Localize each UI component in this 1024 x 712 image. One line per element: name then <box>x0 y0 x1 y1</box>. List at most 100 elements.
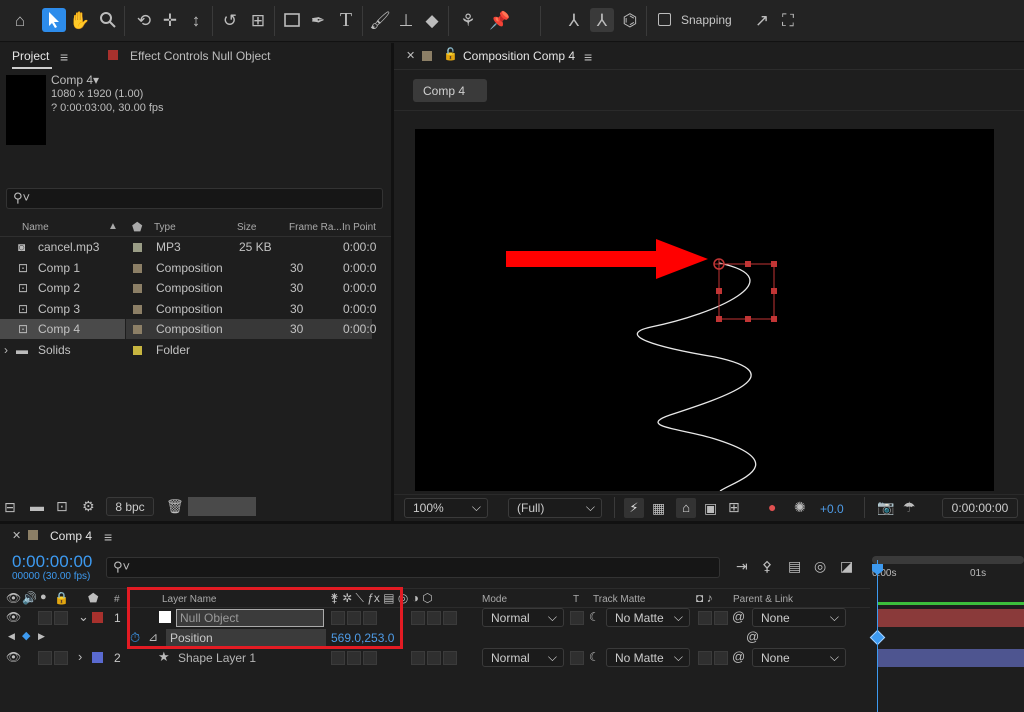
playhead-line[interactable] <box>877 560 878 712</box>
interpret-footage-icon[interactable]: ⊟ <box>4 500 16 514</box>
label-color-swatch[interactable] <box>133 304 142 314</box>
new-folder-icon[interactable]: ▬ <box>30 499 44 513</box>
tab-timeline[interactable]: Comp 4 <box>50 529 92 543</box>
rectangle-tool-icon[interactable] <box>280 8 304 32</box>
show-channel-icon[interactable]: ● <box>768 500 776 514</box>
bpc-button[interactable]: 8 bpc <box>106 497 154 516</box>
null-handle-right[interactable] <box>771 288 777 294</box>
pick-whip-icon[interactable]: @ <box>732 610 745 623</box>
grid-guides-icon[interactable]: ⊞ <box>728 500 740 514</box>
matte-invert-toggle[interactable] <box>714 651 728 665</box>
project-search-input[interactable]: ⚲˅ <box>6 188 383 209</box>
null-handle-left[interactable] <box>716 288 722 294</box>
solo-toggle[interactable] <box>38 611 52 625</box>
tab-composition[interactable]: Composition Comp 4 <box>463 49 575 63</box>
expand-chevron-icon[interactable]: › <box>4 343 8 357</box>
brush-tool-icon[interactable]: 🖌 <box>368 8 392 32</box>
solo-icon[interactable]: ● <box>40 592 47 603</box>
orbit-camera-icon[interactable]: ⟲ <box>132 8 156 32</box>
mask-visibility-icon[interactable]: ⌂ <box>676 498 696 518</box>
project-item-row[interactable]: ⊡ Comp 2 Composition 30 0:00:0 <box>0 278 376 298</box>
parent-dropdown[interactable]: None ⌵ <box>752 648 846 667</box>
breadcrumb-comp[interactable]: Comp 4 <box>413 79 487 102</box>
next-keyframe-icon[interactable]: ▶ <box>38 632 45 641</box>
sort-ascending-icon[interactable]: ▲ <box>108 221 118 232</box>
layer-duration-bar[interactable] <box>878 649 1024 667</box>
layer-label-color[interactable] <box>92 652 103 663</box>
column-frame-rate[interactable]: Frame Ra... <box>289 222 342 233</box>
panel-menu-icon[interactable]: ≡ <box>104 530 112 544</box>
switch-3d[interactable] <box>443 611 457 625</box>
matte-alpha-toggle[interactable] <box>698 611 712 625</box>
new-composition-icon[interactable]: ⊡ <box>56 499 68 513</box>
reset-exposure-icon[interactable]: ✺ <box>794 500 806 514</box>
column-name[interactable]: Name <box>22 222 49 233</box>
project-settings-icon[interactable]: ⚙ <box>82 499 95 513</box>
show-snapshot-icon[interactable]: ☂ <box>903 500 916 514</box>
audio-icon[interactable]: 🔊 <box>22 592 37 604</box>
switch-adjustment[interactable] <box>427 651 441 665</box>
roto-brush-icon[interactable]: ⚘ <box>456 8 480 32</box>
chevron-down-icon[interactable]: ⌄ <box>78 610 89 623</box>
puppet-pin-icon[interactable]: 📌 <box>488 8 512 32</box>
pan-behind-icon[interactable]: ⊞ <box>246 8 270 32</box>
layer-row[interactable]: 👁 › 2 ★ Shape Layer 1 Normal ⌵ ☾ No Matte ⌵ @ None ⌵ <box>0 648 1024 668</box>
label-color-swatch[interactable] <box>133 243 142 252</box>
label-tag-icon[interactable]: ⬟ <box>132 220 142 234</box>
view-axis-icon[interactable]: ⌬ <box>618 8 642 32</box>
column-size[interactable]: Size <box>237 222 256 233</box>
preserve-transparency-toggle[interactable] <box>570 651 584 665</box>
selection-tool-icon[interactable] <box>42 8 66 32</box>
comp-info-name[interactable]: Comp 4▾ <box>51 73 99 87</box>
local-axis-icon[interactable]: ⅄ <box>562 8 586 32</box>
eye-icon[interactable]: 👁 <box>6 592 21 604</box>
switch-shy[interactable] <box>331 651 345 665</box>
camera-snapshot-icon[interactable]: 📷 <box>877 500 894 514</box>
project-item-row[interactable]: ⊡ Comp 3 Composition 30 0:00:0 <box>0 299 376 319</box>
snap-points-icon[interactable]: ⛶ <box>776 8 800 32</box>
switch-motion-blur[interactable] <box>411 611 425 625</box>
close-icon[interactable]: ✕ <box>406 51 415 62</box>
trash-icon[interactable]: 🗑 <box>166 499 184 513</box>
pen-tool-icon[interactable]: ✒ <box>306 8 330 32</box>
hand-tool-icon[interactable]: ✋ <box>68 8 92 32</box>
work-area-bar[interactable] <box>872 556 1024 564</box>
zoom-tool-icon[interactable] <box>96 8 120 32</box>
fast-previews-icon[interactable]: ⚡ <box>624 498 644 518</box>
label-color-swatch[interactable] <box>133 345 142 355</box>
null-handle-bottom-right[interactable] <box>771 316 777 322</box>
column-mode[interactable]: Mode <box>482 594 507 605</box>
track-matte-dropdown[interactable]: No Matte ⌵ <box>606 648 690 667</box>
pick-whip-icon[interactable]: @ <box>746 630 759 643</box>
track-matte-dropdown[interactable]: No Matte ⌵ <box>606 608 690 627</box>
column-in-point[interactable]: In Point <box>342 222 376 233</box>
column-type[interactable]: Type <box>154 222 176 233</box>
lock-icon[interactable]: 🔒 <box>54 592 69 604</box>
eye-icon[interactable]: 👁 <box>6 611 21 623</box>
matte-link-icon[interactable]: ☾ <box>589 651 600 663</box>
project-item-row[interactable]: ⊡ Comp 4 Composition 30 0:00:0 <box>0 319 376 339</box>
switch-quality[interactable] <box>363 651 377 665</box>
add-keyframe-icon[interactable]: ◆ <box>22 631 30 642</box>
null-handle-bottom[interactable] <box>745 316 751 322</box>
type-tool-icon[interactable]: T <box>334 8 358 32</box>
switch-collapse[interactable] <box>347 651 361 665</box>
solo-toggle[interactable] <box>38 651 52 665</box>
draft-3d-icon[interactable]: ⚴ <box>762 559 772 573</box>
switch-3d[interactable] <box>443 651 457 665</box>
panel-menu-icon[interactable]: ≡ <box>60 50 68 64</box>
project-item-row[interactable]: › ▬ Solids Folder <box>0 340 372 360</box>
tab-project[interactable]: Project <box>12 49 49 63</box>
world-axis-icon[interactable]: ⅄ <box>590 8 614 32</box>
parent-dropdown[interactable]: None ⌵ <box>752 608 846 627</box>
matte-invert-toggle[interactable] <box>714 611 728 625</box>
prev-keyframe-icon[interactable]: ◀ <box>8 632 15 641</box>
motion-blur-icon[interactable]: ◪ <box>840 559 853 573</box>
composition-viewer[interactable] <box>415 129 994 491</box>
switch-adjustment[interactable] <box>427 611 441 625</box>
region-of-interest-icon[interactable]: ▣ <box>704 501 717 515</box>
layer-label-color[interactable] <box>92 612 103 623</box>
pick-whip-icon[interactable]: @ <box>732 650 745 663</box>
snap-edges-icon[interactable]: ↗ <box>750 8 774 32</box>
panel-menu-icon[interactable]: ≡ <box>584 50 592 64</box>
